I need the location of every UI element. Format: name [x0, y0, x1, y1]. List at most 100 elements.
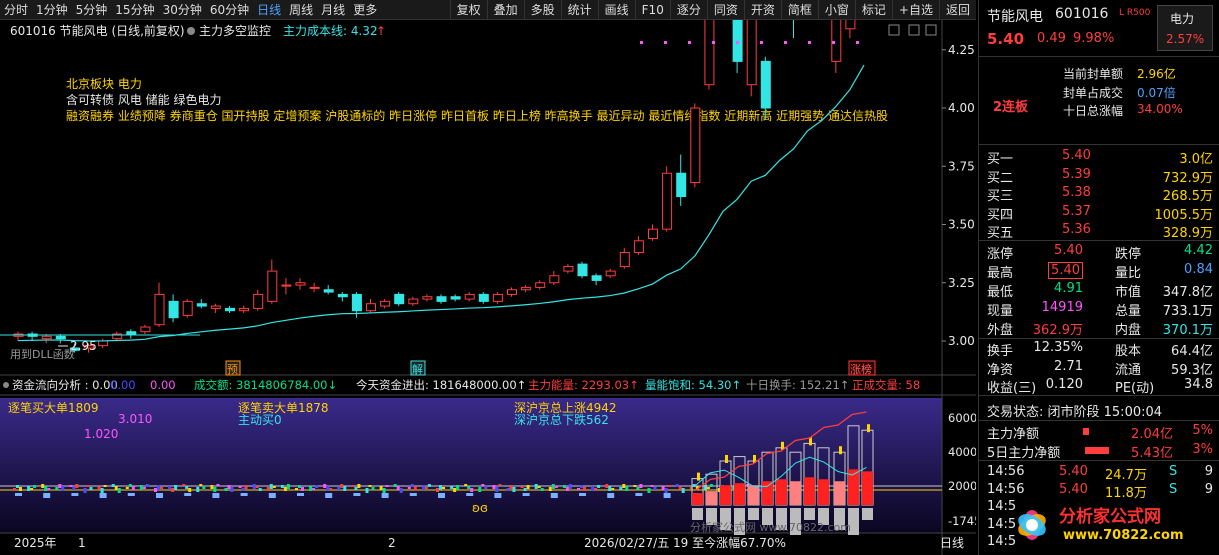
bid-row: 买五 5.36 328.9万: [987, 222, 1213, 241]
flow-axis-tick: -17458: [948, 514, 976, 528]
signal-dot: [640, 41, 643, 44]
candle-body: [831, 20, 842, 62]
bid-row: 买二 5.39 732.9万: [987, 166, 1213, 186]
signal-dot: [736, 41, 739, 44]
flow-header-item: 0.00: [150, 378, 176, 392]
sector-line-3: 融资融券 业绩预降 券商重仓 国开持股 定增预案 沪股通标的 昨日涨停 昨日首板…: [66, 108, 888, 123]
flow-header-item: 资金流向分析 : 0.00: [12, 378, 118, 392]
price-tick: 3.50: [948, 218, 975, 232]
period-4[interactable]: 30分钟: [159, 0, 206, 20]
candle-body: [126, 331, 137, 335]
candle-body: [732, 20, 743, 62]
period-1[interactable]: 1分钟: [32, 0, 72, 20]
candle-body: [168, 300, 179, 319]
quote-panel: 节能风电 601016 L R500 电力 2.57% 5.40 0.49 9.…: [978, 0, 1219, 555]
signal-dot: [784, 41, 787, 44]
sector-line-2: 含可转债 风电 储能 绿色电力: [66, 92, 221, 107]
tool-button-3[interactable]: 统计: [560, 0, 598, 20]
signal-dot: [760, 41, 763, 44]
site-logo: 分析家公式网 www.70822.com: [1009, 498, 1219, 553]
streak-badge: 2连板: [993, 100, 1029, 115]
flow-header-item: 成交额: 3814806784.00↓: [194, 378, 337, 392]
candle-body: [422, 296, 433, 300]
svg-text:↑: ↑: [376, 24, 386, 38]
footer-period[interactable]: 日线: [940, 536, 964, 550]
footer-date: 2026/02/27/五 19 至今涨幅67.70%: [584, 535, 786, 550]
candle-body: [140, 326, 151, 333]
period-6[interactable]: 日线: [253, 0, 285, 20]
period-0[interactable]: 分时: [0, 0, 32, 20]
tool-button-8[interactable]: 开资: [743, 0, 781, 20]
candle-body: [450, 296, 461, 300]
candle-body: [619, 251, 630, 267]
candle-body: [154, 293, 165, 326]
tool-button-13[interactable]: 返回: [938, 0, 976, 20]
signal-dot: [688, 41, 691, 44]
indicator-name[interactable]: 主力多空监控: [199, 24, 271, 38]
price-tick: 4.25: [948, 43, 975, 57]
candle-body: [478, 293, 489, 302]
price-change: 0.49: [1037, 31, 1066, 46]
tick-row: 14:56 5.40 24.7万 S 9: [987, 464, 1213, 483]
flow-row: 5日主力净额 5.43亿 3%: [987, 442, 1213, 461]
tool-button-6[interactable]: 逐分: [669, 0, 707, 20]
candle-body: [492, 293, 503, 302]
svg-text:2: 2: [388, 536, 396, 550]
settings-icon[interactable]: [3, 382, 9, 388]
tool-button-1[interactable]: 叠加: [486, 0, 524, 20]
price-tick: 3.75: [948, 159, 975, 173]
period-3[interactable]: 15分钟: [111, 0, 158, 20]
bid-row: 买四 5.37 1005.5万: [987, 203, 1213, 223]
tool-button-11[interactable]: 标记: [854, 0, 892, 20]
candle-body: [351, 293, 362, 312]
candle-body: [295, 282, 306, 286]
stat-row: 最低 4.91 市值 347.8亿: [987, 281, 1213, 300]
period-5[interactable]: 60分钟: [206, 0, 253, 20]
candle-body: [591, 275, 602, 281]
flow-axis-tick: 20000: [948, 479, 976, 493]
candle-body: [394, 293, 405, 305]
stat-row: 现量 14919 总量 733.1万: [987, 300, 1213, 319]
period-9[interactable]: 更多: [349, 0, 381, 20]
stat-row: 换手 12.35% 股本 64.4亿: [987, 340, 1213, 359]
stat-row: 净资 2.71 流通 59.3亿: [987, 358, 1213, 378]
candle-body: [55, 335, 66, 340]
tool-button-0[interactable]: 复权: [449, 0, 487, 20]
settings-icon[interactable]: [187, 27, 195, 35]
dll-label: 用到DLL函数: [10, 348, 75, 361]
tool-button-12[interactable]: +自选: [891, 0, 939, 20]
tool-button-9[interactable]: 简框: [780, 0, 818, 20]
tool-button-4[interactable]: 画线: [597, 0, 635, 20]
bid-row: 买三 5.38 268.5万: [987, 185, 1213, 204]
sector-button[interactable]: 电力 2.57%: [1157, 5, 1213, 51]
last-price: 5.40: [987, 30, 1025, 48]
footer-year: 2025年: [14, 536, 57, 550]
candle-body: [337, 293, 348, 298]
candle-body: [464, 293, 475, 300]
svg-text:预: 预: [227, 363, 238, 376]
flower-logo-icon: [1018, 510, 1046, 540]
candle-body: [380, 300, 391, 307]
candle-body: [690, 107, 701, 184]
period-7[interactable]: 周线: [285, 0, 317, 20]
sector-line-1: 北京板块 电力: [66, 77, 142, 91]
kline-chart[interactable]: 601016 节能风电 (日线,前复权) 主力多空监控 主力成本线: 4.32↑ 北京…: [0, 20, 976, 555]
tool-button-10[interactable]: 小窗: [817, 0, 855, 20]
tool-button-7[interactable]: 同资: [706, 0, 744, 20]
price-tick: 4.00: [948, 101, 975, 115]
flow-label: 深沪京总下跌562: [514, 412, 609, 427]
candle-body: [577, 263, 588, 277]
candle-body: [253, 293, 264, 309]
period-2[interactable]: 5分钟: [72, 0, 112, 20]
candle-body: [563, 265, 574, 272]
cost-line-label: 主力成本线: 4.32: [283, 24, 378, 38]
tool-button-5[interactable]: F10: [634, 0, 670, 20]
flow-header-item: 主力能量: 2293.03↑: [528, 378, 639, 392]
tool-button-2[interactable]: 多股: [523, 0, 561, 20]
period-8[interactable]: 月线: [317, 0, 349, 20]
candle-body: [676, 172, 687, 198]
flow-header-item: 十日换手: 152.21↑: [746, 378, 849, 392]
flow-header-item: 量能饱和: 54.30↑: [645, 378, 741, 392]
flow-label: 逐笔买大单1809: [8, 400, 99, 415]
candle-body: [648, 228, 658, 239]
